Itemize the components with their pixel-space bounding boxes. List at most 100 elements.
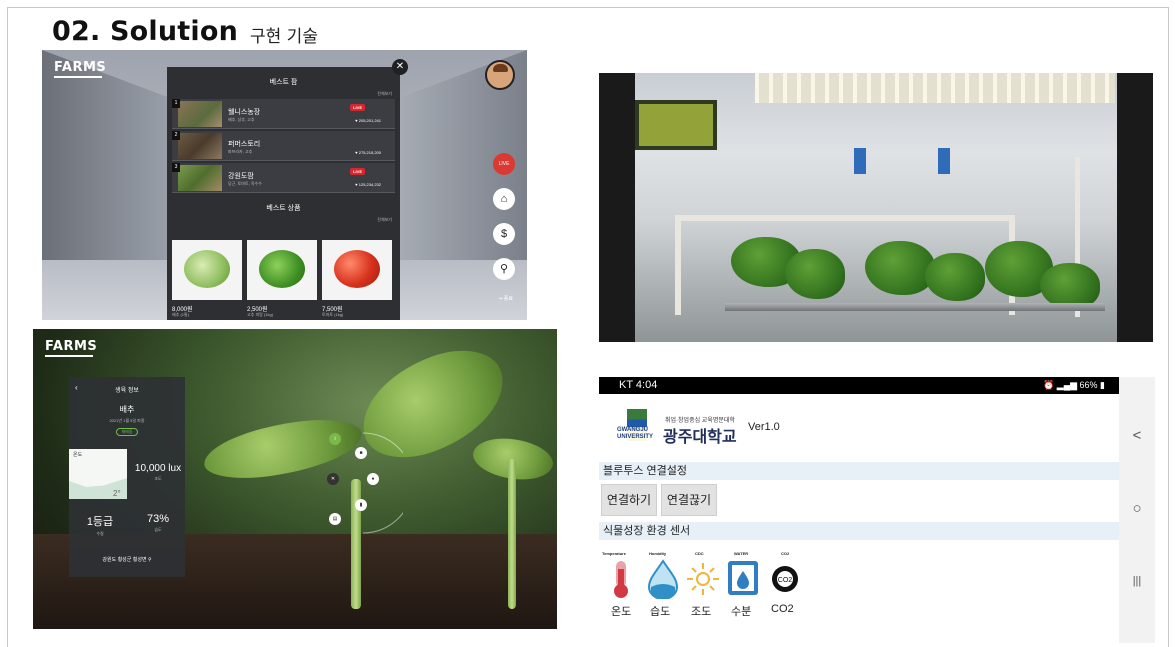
led-lights (755, 73, 1115, 103)
farm-likes: ♥ 125,234,232 (355, 182, 381, 187)
info-icon[interactable]: i (329, 433, 341, 445)
back-icon[interactable]: ‹ (75, 383, 78, 392)
connect-button[interactable]: 연결하기 (601, 484, 657, 516)
more-link[interactable]: 전체보기 (167, 217, 400, 223)
exit-label: 종료 (503, 296, 513, 302)
calendar-icon[interactable]: ▤ (329, 513, 341, 525)
sprout-stem (508, 459, 516, 609)
slide-subtitle: 구현 기술 (250, 27, 318, 47)
battery-percent: 66% (1079, 380, 1098, 390)
water-grade-stat: 1등급 수질 (73, 513, 127, 537)
alarm-icon: ⏰ (1043, 380, 1057, 390)
sensor-head-temperature: Temperature (602, 551, 626, 556)
farm-likes-value: 205,201,241 (358, 118, 381, 123)
sowing-date: 2021년 1월 5일 파종 (109, 418, 145, 423)
farm-thumbnail (178, 165, 222, 191)
water-icon[interactable]: ● (367, 473, 379, 485)
user-avatar[interactable] (485, 60, 515, 90)
signal-icon: ▂▄▆ (1056, 380, 1080, 390)
farm-likes: ♥ 205,201,241 (355, 118, 381, 123)
live-badge: LIVE (350, 168, 365, 175)
currency-icon[interactable]: $ (493, 223, 515, 245)
close-icon[interactable]: ✕ (392, 59, 408, 75)
chart-icon[interactable]: ▮ (355, 499, 367, 511)
sensor-label-water: 수분 (731, 606, 752, 618)
app-version: Ver1.0 (748, 421, 780, 433)
growth-info-panel: ‹ 생육 정보 배추 2021년 1월 5일 파종 재배중 온도 2° 10,0… (69, 377, 185, 577)
search-icon[interactable]: ⚲ (493, 258, 515, 280)
sensor-module (854, 148, 866, 174)
sensor-module (938, 148, 950, 174)
farm-desc: 당근, 토마토, 옥수수 (228, 181, 262, 186)
lux-stat: 10,000 lux 조도 (131, 463, 185, 482)
location-text: 강원도 횡성군 횡성면 (102, 557, 147, 563)
status-indicators: ⏰ ▂▄▆ 66% ▮ (1043, 380, 1105, 391)
farm-likes-value: 275,215,200 (358, 150, 381, 155)
slide-title: 02. Solution (52, 16, 239, 47)
action-ring (362, 432, 403, 534)
farm-name: 퍼머스토리 (228, 141, 261, 148)
basil-leaf (785, 249, 845, 299)
grade-label: 수질 (96, 531, 104, 536)
android-nav-bar: < ○ ||| (1119, 377, 1155, 643)
sensor-head-light: CDC (695, 551, 704, 556)
farm-desc: 배추, 상추, 고추 (228, 117, 255, 122)
home-icon[interactable]: ⌂ (493, 188, 515, 210)
farm-rank: 3 (172, 163, 180, 172)
live-button[interactable]: LIVE (493, 153, 515, 175)
humidity-drop-icon[interactable] (645, 559, 681, 599)
back-nav-button[interactable]: < (1119, 427, 1155, 444)
graph-label: 온도 (73, 452, 83, 458)
battery-icon: ▮ (1097, 380, 1105, 390)
humidity-label: 습도 (154, 527, 162, 532)
location-pin-icon: ⚲ (146, 557, 152, 563)
acrylic-frame (675, 215, 681, 315)
sensor-label-humidity: 습도 (650, 606, 671, 618)
farm-row-2[interactable]: 2 퍼머스토리 파프리카, 고추 ♥ 275,215,200 (172, 131, 395, 161)
camera-icon[interactable]: ■ (355, 447, 367, 459)
disconnect-button[interactable]: 연결끊기 (661, 484, 717, 516)
best-menu-panel: ✕ 베스트 팜 전체보기 1 웰니스농장 배추, 상추, 고추 LIVE ♥ 2… (167, 59, 408, 320)
sun-icon[interactable] (685, 559, 721, 599)
status-badge: 재배중 (116, 428, 138, 436)
farms-logo: FARMS (54, 60, 106, 78)
home-nav-button[interactable]: ○ (1119, 500, 1155, 517)
product-card-cabbage[interactable]: 8,000원 배추 (1통) (172, 240, 242, 317)
farm-thumbnail (178, 133, 222, 159)
humidity-value: 73% (146, 513, 170, 525)
exit-button[interactable]: ⇥ 종료 (498, 295, 513, 302)
close-icon[interactable]: ✕ (327, 473, 339, 485)
farm-row-1[interactable]: 1 웰니스농장 배추, 상추, 고추 LIVE ♥ 205,201,241 (172, 99, 395, 129)
best-farms-title: 베스트 팜 (269, 79, 298, 86)
basil-leaf (925, 253, 985, 301)
recent-apps-button[interactable]: ||| (1119, 575, 1155, 587)
svg-text:CO2: CO2 (778, 577, 793, 584)
product-card-tomato[interactable]: 7,500원 토마토 (1kg) (322, 240, 392, 317)
location: 강원도 횡성군 횡성면 ⚲ (69, 556, 185, 563)
farm-thumbnail (178, 101, 222, 127)
farm-row-3[interactable]: 3 강원도팜 당근, 토마토, 옥수수 LIVE ♥ 125,234,232 (172, 163, 395, 193)
more-link[interactable]: 전체보기 (167, 91, 400, 97)
vr-market-screenshot: FARMS ✕ 베스트 팜 전체보기 1 웰니스농장 배추, 상추, 고추 LI… (42, 50, 527, 320)
farm-name: 강원도팜 (228, 173, 254, 180)
sensor-head-water: WATER (734, 551, 749, 556)
phone-app-screenshot: KT 4:04 ⏰ ▂▄▆ 66% ▮ GWANGJU UNIVERSITY 취… (599, 377, 1155, 643)
sensor-head-humidity: Humidity (649, 551, 667, 556)
metal-rod (725, 303, 1105, 311)
smart-farm-photo (599, 73, 1153, 342)
lcd-display (635, 100, 717, 150)
logo-english-text: GWANGJU UNIVERSITY (617, 427, 661, 441)
product-card-pepper[interactable]: 2,500원 고추 피망 (1kg) (247, 240, 317, 317)
water-tank-icon[interactable] (725, 559, 761, 599)
basil-leaf (865, 241, 935, 295)
status-time: KT 4:04 (619, 379, 658, 391)
best-products-title: 베스트 상품 (266, 205, 301, 212)
product-list: 8,000원 배추 (1통) 2,500원 고추 피망 (1kg) 7,500원… (172, 240, 395, 317)
lux-value: 10,000 lux (134, 463, 182, 474)
acrylic-frame (675, 215, 1015, 221)
thermometer-icon[interactable] (605, 559, 639, 599)
product-desc: 배추 (1통) (172, 312, 190, 317)
graph-value: 2° (113, 489, 121, 498)
growth-info-screenshot: FARMS ‹ 생육 정보 배추 2021년 1월 5일 파종 재배중 온도 2… (33, 329, 557, 629)
co2-icon[interactable]: CO2 (769, 559, 805, 599)
